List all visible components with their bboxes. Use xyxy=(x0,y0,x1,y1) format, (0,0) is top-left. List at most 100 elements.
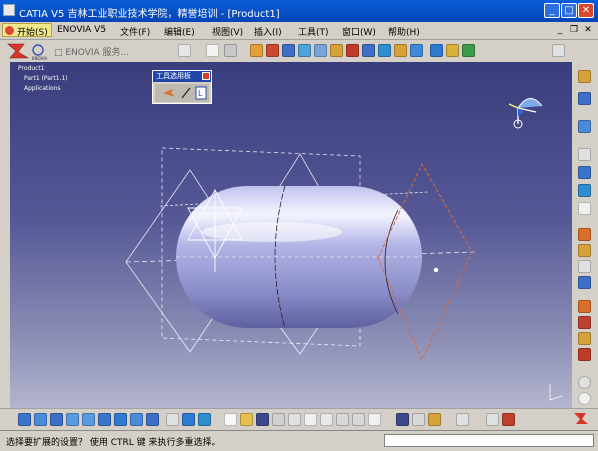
sphere-icon[interactable] xyxy=(578,166,591,179)
box-icon[interactable] xyxy=(578,184,591,197)
title-bar: CATIA V5 吉林工业职业技术学院，精誉培训 - [Product1] _ … xyxy=(0,0,598,22)
loft-icon[interactable] xyxy=(378,44,391,57)
open-icon[interactable] xyxy=(240,413,253,426)
filter-icon[interactable] xyxy=(178,44,191,57)
question-icon[interactable] xyxy=(206,44,219,57)
bottom-toolbar xyxy=(0,408,598,431)
redo-icon[interactable] xyxy=(352,413,365,426)
menu-enovia[interactable]: ENOVIA V5 xyxy=(57,25,106,35)
enovia-service-hint: □ ENOVIA 服务... xyxy=(54,48,130,58)
fit-all-icon[interactable] xyxy=(18,413,31,426)
sketch-icon[interactable] xyxy=(224,44,237,57)
catia-logo-icon xyxy=(574,413,588,424)
update-icon[interactable] xyxy=(578,376,591,389)
what-this-icon[interactable] xyxy=(368,413,381,426)
start-logo-icon xyxy=(5,26,14,35)
workbench-label: ENOVIA xyxy=(32,56,48,61)
part-geometry[interactable] xyxy=(10,62,572,408)
doc-minimize-button[interactable]: _ xyxy=(554,24,566,36)
minimize-button[interactable]: _ xyxy=(544,3,560,18)
catalog-icon[interactable] xyxy=(578,348,591,361)
cursor-point xyxy=(433,267,439,273)
fillet-icon[interactable] xyxy=(410,44,423,57)
command-input[interactable] xyxy=(384,434,594,447)
rotate-icon[interactable] xyxy=(50,413,63,426)
measure-icon[interactable] xyxy=(396,413,409,426)
draft-icon[interactable] xyxy=(446,44,459,57)
catia-app-icon[interactable] xyxy=(3,4,15,16)
menu-bar: 开始(S) ENOVIA V5 文件(F) 编辑(E) 视图(V) 插入(I) … xyxy=(0,22,598,40)
knowledge-icon[interactable] xyxy=(578,392,591,405)
rib-icon[interactable] xyxy=(330,44,343,57)
analysis-icon[interactable] xyxy=(578,332,591,345)
save-icon[interactable] xyxy=(256,413,269,426)
menu-help[interactable]: 帮助(H) xyxy=(388,25,420,38)
iso-view-icon[interactable] xyxy=(114,413,127,426)
magnifier-icon[interactable] xyxy=(456,413,469,426)
thread-icon[interactable] xyxy=(578,300,591,313)
3d-viewport[interactable]: Product1 Part1 (Part1.1) Applications 工具… xyxy=(10,62,572,408)
shell-icon[interactable] xyxy=(462,44,475,57)
constraint-icon[interactable] xyxy=(578,316,591,329)
remove-loft-icon[interactable] xyxy=(394,44,407,57)
chamfer-icon[interactable] xyxy=(430,44,443,57)
point-icon[interactable] xyxy=(578,92,591,105)
menu-window[interactable]: 窗口(W) xyxy=(342,25,376,38)
pan-icon[interactable] xyxy=(34,413,47,426)
zoom-in-icon[interactable] xyxy=(66,413,79,426)
menu-view[interactable]: 视图(V) xyxy=(212,25,243,38)
start-menu[interactable]: 开始(S) xyxy=(2,23,52,38)
right-toolbar xyxy=(572,62,598,408)
maximize-button[interactable]: □ xyxy=(561,3,577,18)
zoom-out-icon[interactable] xyxy=(82,413,95,426)
pattern-icon[interactable] xyxy=(578,228,591,241)
viewport-axis-icon xyxy=(549,384,563,401)
top-right-tool-icon[interactable] xyxy=(552,44,565,57)
doc-close-button[interactable]: ✕ xyxy=(582,24,594,36)
shading-icon[interactable] xyxy=(130,413,143,426)
pad-icon[interactable] xyxy=(250,44,263,57)
mirror-icon[interactable] xyxy=(578,202,591,215)
menu-file[interactable]: 文件(F) xyxy=(120,25,150,38)
left-strip xyxy=(0,62,10,408)
copy-icon[interactable] xyxy=(304,413,317,426)
back-arrow-icon[interactable] xyxy=(486,413,499,426)
normal-view-icon[interactable] xyxy=(98,413,111,426)
menu-tools[interactable]: 工具(T) xyxy=(298,25,329,38)
slot-icon[interactable] xyxy=(346,44,359,57)
close-button[interactable]: ✕ xyxy=(578,3,594,18)
new-icon[interactable] xyxy=(224,413,237,426)
menu-insert[interactable]: 插入(I) xyxy=(254,25,282,38)
plane-icon[interactable] xyxy=(578,70,591,83)
start-menu-label: 开始(S) xyxy=(17,28,48,38)
paste-icon[interactable] xyxy=(320,413,333,426)
forward-arrow-icon[interactable] xyxy=(502,413,515,426)
pocket-icon[interactable] xyxy=(266,44,279,57)
doc-restore-button[interactable]: ❐ xyxy=(568,24,580,36)
rename-icon[interactable] xyxy=(428,413,441,426)
top-toolbar: ENOVIA □ ENOVIA 服务... xyxy=(0,40,598,62)
thickness-icon[interactable] xyxy=(578,260,591,273)
view-mode-icon[interactable] xyxy=(182,413,195,426)
hole-icon[interactable] xyxy=(314,44,327,57)
scale-icon[interactable] xyxy=(578,244,591,257)
print-icon[interactable] xyxy=(272,413,285,426)
hide-show-icon[interactable] xyxy=(146,413,159,426)
line-icon[interactable] xyxy=(578,120,591,133)
shaft-icon[interactable] xyxy=(282,44,295,57)
swap-space-icon[interactable] xyxy=(166,413,179,426)
enovia-workbench-icon[interactable]: ENOVIA xyxy=(2,40,54,62)
capsule-highlight xyxy=(202,222,342,242)
groove-icon[interactable] xyxy=(298,44,311,57)
menu-edit[interactable]: 编辑(E) xyxy=(164,25,195,38)
split-icon[interactable] xyxy=(578,276,591,289)
cut-icon[interactable] xyxy=(288,413,301,426)
stiffener-icon[interactable] xyxy=(362,44,375,57)
render-icon[interactable] xyxy=(198,413,211,426)
status-message: 选择要扩展的设置？ 使用 CTRL 键 来执行多重选择。 xyxy=(6,438,221,448)
window-title: CATIA V5 吉林工业职业技术学院，精誉培训 - [Product1] xyxy=(19,9,280,20)
undo-icon[interactable] xyxy=(336,413,349,426)
apply-material-icon[interactable] xyxy=(412,413,425,426)
axis-icon[interactable] xyxy=(578,148,591,161)
status-bar: 选择要扩展的设置？ 使用 CTRL 键 来执行多重选择。 xyxy=(0,430,598,451)
